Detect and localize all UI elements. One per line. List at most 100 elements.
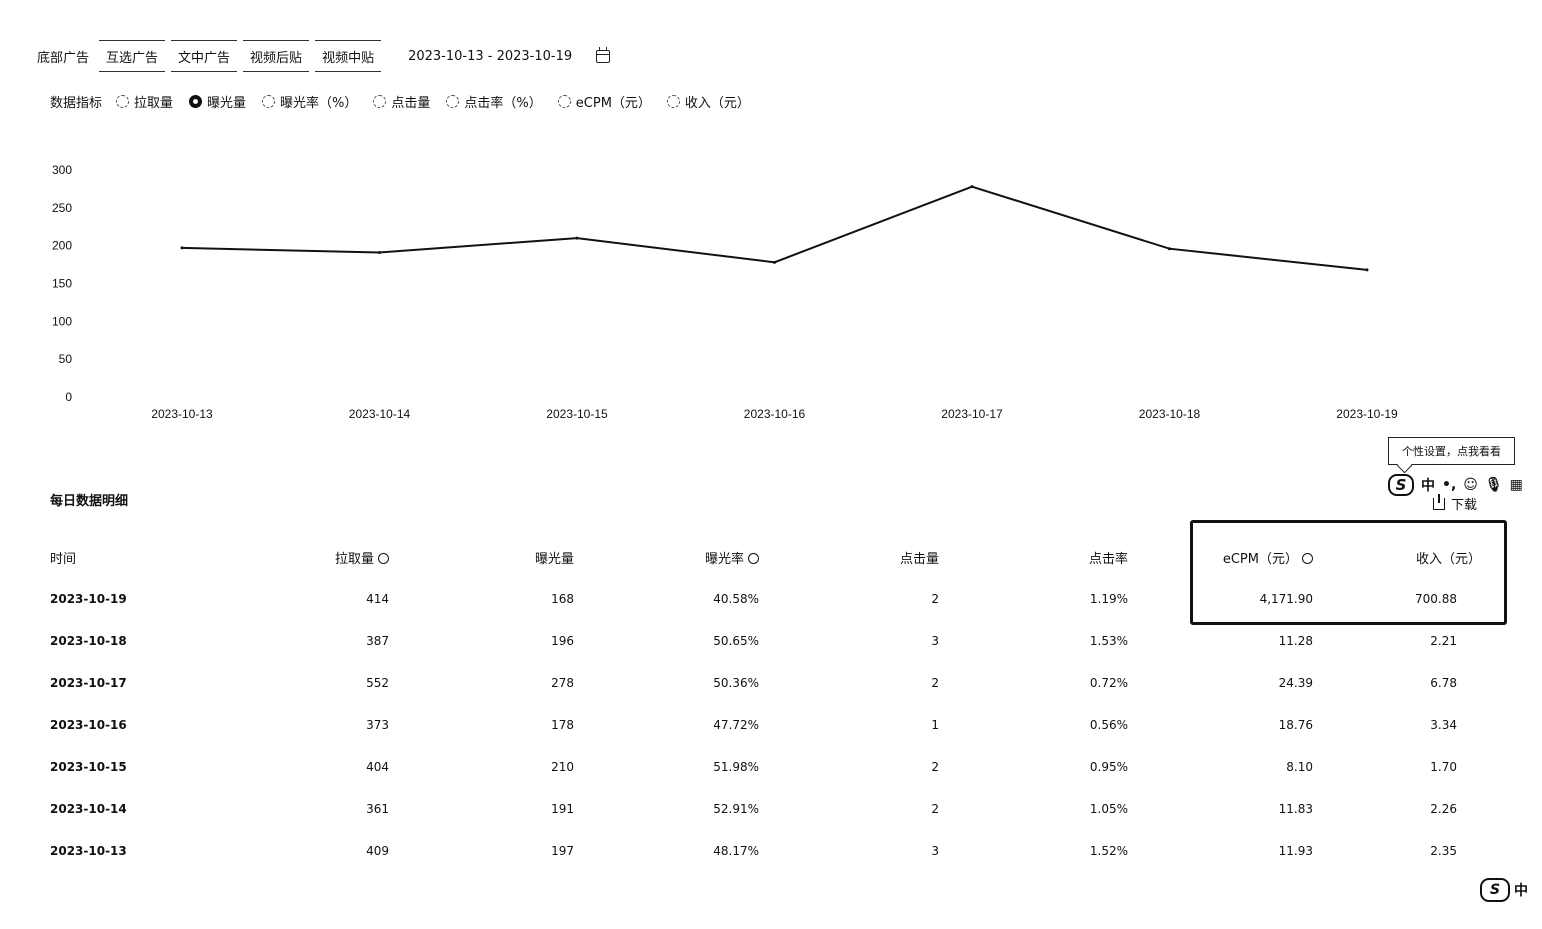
ime-lang-toggle[interactable]: 中: [1421, 475, 1435, 495]
cell-time: 2023-10-13: [50, 844, 127, 858]
cell-click-rate: 1.19%: [1089, 592, 1128, 606]
metric-option-revenue[interactable]: 收入（元）: [666, 92, 750, 111]
cell-exposure-count: 278: [551, 676, 574, 690]
download-icon: [1433, 493, 1445, 510]
table-row: 2023-10-19 414 168 40.58% 2 1.19% 4,171.90 700.…: [50, 578, 1510, 620]
cell-revenue: 3.34: [1430, 718, 1457, 732]
x-tick-label: 2023-10-19: [1336, 407, 1398, 421]
tab-in-article-ad[interactable]: 文中广告: [171, 40, 238, 72]
radio-icon[interactable]: [373, 95, 387, 108]
punctuation-icon[interactable]: •,: [1442, 477, 1456, 493]
cell-time: 2023-10-15: [50, 760, 127, 774]
cell-pull-count: 387: [366, 634, 389, 648]
help-icon[interactable]: [748, 552, 759, 564]
data-point[interactable]: [1365, 268, 1369, 272]
calendar-icon[interactable]: [596, 46, 611, 63]
cell-time: 2023-10-19: [50, 592, 127, 606]
download-button[interactable]: 下载: [1433, 493, 1478, 513]
ime-status-indicator[interactable]: S 中: [1480, 878, 1528, 902]
microphone-icon[interactable]: 🎙: [1485, 477, 1503, 493]
cell-ecpm: 11.83: [1278, 802, 1313, 816]
cell-exposure-rate: 50.36%: [713, 676, 759, 690]
table-row: 2023-10-14 361 191 52.91% 2 1.05% 11.83 2.26: [50, 788, 1510, 830]
cell-pull-count: 414: [366, 592, 389, 606]
help-icon[interactable]: [1302, 552, 1313, 564]
radio-icon[interactable]: [666, 95, 680, 108]
cell-exposure-rate: 52.91%: [713, 802, 759, 816]
data-point[interactable]: [970, 185, 974, 189]
metric-option-ecpm[interactable]: eCPM（元）: [557, 92, 651, 111]
col-header-click-rate: 点击率: [1088, 551, 1128, 567]
table-header-row: 时间 拉取量 曝光量 曝光率 点击量 点击率 eCPM（元） 收入（元）: [50, 536, 1510, 578]
cell-exposure-count: 168: [551, 592, 574, 606]
cell-click-rate: 0.72%: [1089, 676, 1128, 690]
radio-icon[interactable]: [557, 95, 571, 108]
sogou-logo-icon: S: [1480, 878, 1510, 902]
cell-pull-count: 373: [366, 718, 389, 732]
data-point[interactable]: [180, 246, 184, 250]
exposure-line-chart: 0 50 100 150 200 250 300 2023-10-13 2023-10-14 20…: [52, 163, 1398, 421]
x-tick-label: 2023-10-13: [151, 407, 213, 421]
radio-icon[interactable]: [116, 95, 130, 108]
metric-option-click-rate[interactable]: 点击率（%）: [446, 92, 542, 111]
metric-option-click-count[interactable]: 点击量: [373, 92, 430, 111]
table-row: 2023-10-17 552 278 50.36% 2 0.72% 24.39 6.78: [50, 662, 1510, 704]
data-point[interactable]: [378, 250, 381, 254]
tab-bottom-ad[interactable]: 底部广告: [30, 40, 96, 72]
y-tick-label: 300: [52, 163, 72, 177]
tab-video-mid-ad[interactable]: 视频中贴: [315, 40, 382, 72]
radio-icon[interactable]: [446, 95, 460, 108]
cell-exposure-count: 191: [551, 802, 574, 816]
radio-selected-icon[interactable]: [189, 95, 203, 108]
table-row: 2023-10-15 404 210 51.98% 2 0.95% 8.10 1.70: [50, 746, 1510, 788]
metric-option-pull-count[interactable]: 拉取量: [116, 92, 173, 111]
ad-type-tabs: 底部广告 互选广告 文中广告 视频后贴 视频中贴 2023-10-13 - 20…: [30, 40, 611, 72]
cell-time: 2023-10-17: [50, 676, 127, 690]
cell-exposure-rate: 50.65%: [713, 634, 759, 648]
data-point[interactable]: [575, 236, 579, 240]
cell-revenue: 1.70: [1430, 760, 1457, 774]
cell-exposure-count: 196: [551, 634, 574, 648]
emoji-icon[interactable]: ☺: [1463, 477, 1478, 493]
x-tick-label: 2023-10-15: [546, 407, 608, 421]
download-label: 下载: [1451, 498, 1478, 513]
data-point[interactable]: [773, 260, 776, 264]
cell-exposure-rate: 51.98%: [713, 760, 759, 774]
cell-exposure-count: 210: [551, 760, 574, 774]
sogou-logo-icon[interactable]: S: [1388, 474, 1414, 496]
metric-option-exposure-count[interactable]: 曝光量: [189, 92, 246, 111]
radio-icon[interactable]: [262, 95, 276, 108]
col-header-revenue: 收入（元）: [1415, 551, 1481, 567]
col-header-exposure-count: 曝光量: [534, 551, 574, 567]
col-header-click-count: 点击量: [899, 551, 939, 567]
cell-click-rate: 1.05%: [1089, 802, 1128, 816]
y-tick-label: 150: [52, 277, 72, 291]
keyboard-icon[interactable]: ▦: [1510, 477, 1523, 493]
metric-option-exposure-rate[interactable]: 曝光率（%）: [262, 92, 357, 111]
cell-exposure-rate: 40.58%: [713, 592, 759, 606]
cell-click-count: 2: [931, 760, 939, 774]
y-tick-label: 0: [65, 390, 72, 404]
cell-click-count: 1: [931, 718, 939, 732]
table-row: 2023-10-13 409 197 48.17% 3 1.52% 11.93 2.35: [50, 830, 1510, 872]
ime-lang-indicator: 中: [1514, 883, 1528, 899]
cell-ecpm: 8.10: [1286, 760, 1313, 774]
data-point[interactable]: [1168, 247, 1171, 251]
cell-ecpm: 11.93: [1278, 844, 1313, 858]
date-range-picker[interactable]: 2023-10-13 - 2023-10-19: [408, 46, 611, 64]
cell-click-count: 3: [931, 634, 939, 648]
cell-click-rate: 0.95%: [1089, 760, 1128, 774]
col-header-time: 时间: [50, 551, 77, 567]
metric-selector: 数据指标 拉取量 曝光量 曝光率（%） 点击量 点击率（%） eCPM（元） 收…: [50, 92, 766, 111]
cell-ecpm: 24.39: [1278, 676, 1313, 690]
col-header-ecpm: eCPM（元）: [1128, 548, 1313, 567]
cell-click-rate: 1.52%: [1089, 844, 1128, 858]
tab-mutual-select-ad[interactable]: 互选广告: [99, 40, 166, 72]
series-line-exposure: [181, 185, 1368, 271]
tab-video-post-ad[interactable]: 视频后贴: [243, 40, 310, 72]
col-header-exposure-rate: 曝光率: [574, 548, 759, 567]
cell-click-rate: 1.53%: [1089, 634, 1128, 648]
cell-exposure-rate: 47.72%: [713, 718, 759, 732]
cell-revenue: 2.35: [1430, 844, 1457, 858]
help-icon[interactable]: [378, 552, 389, 564]
